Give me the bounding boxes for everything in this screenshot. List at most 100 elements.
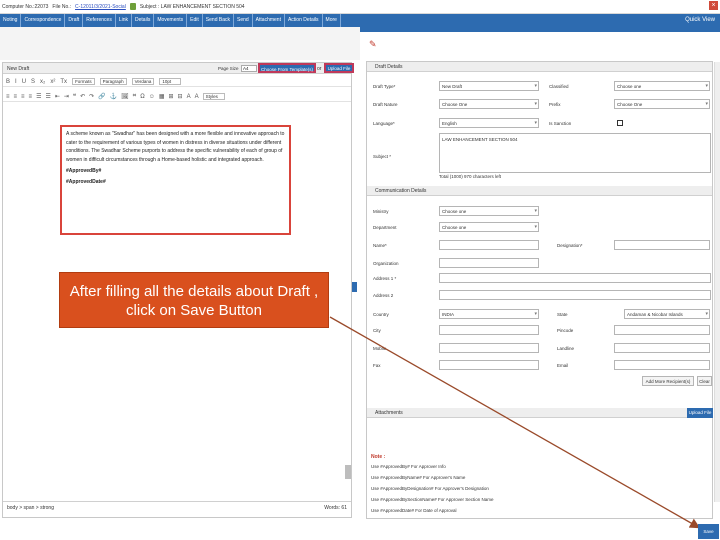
tab-draft[interactable]: Draft — [65, 14, 84, 27]
link-icon[interactable]: 🔗 — [98, 93, 105, 100]
tab-correspondence[interactable]: Correspondence — [21, 14, 66, 27]
underline-icon[interactable]: U — [22, 79, 26, 85]
anchor-icon[interactable]: ⚓ — [110, 93, 117, 100]
number-list-icon[interactable]: ☰ — [45, 93, 50, 100]
city-input[interactable] — [439, 325, 539, 335]
text-color-icon[interactable]: A — [187, 94, 191, 100]
font-size-select[interactable]: 10pt — [159, 78, 182, 85]
draft-nature-select[interactable]: Choose One — [439, 99, 539, 109]
pincode-input[interactable] — [614, 325, 710, 335]
draft-details-header: Draft Details — [367, 62, 712, 72]
fax-label: Fax — [373, 363, 381, 368]
paragraph-select[interactable]: Paragraph — [99, 78, 127, 85]
mobile-input[interactable] — [439, 343, 539, 353]
superscript-icon[interactable]: x² — [50, 79, 55, 85]
subject-label: Subject * — [373, 154, 392, 159]
subscript-icon[interactable]: x₂ — [40, 79, 45, 85]
draft-content-highlight[interactable]: A scheme known as "Swadhar" has been des… — [60, 125, 291, 235]
fax-input[interactable] — [439, 360, 539, 370]
delete-row-icon[interactable]: ⊟ — [178, 93, 183, 100]
table-icon[interactable]: ▦ — [159, 93, 165, 100]
page-size-select[interactable]: A4 — [241, 65, 257, 72]
pdf-icon[interactable]: ✎ — [369, 39, 378, 50]
quick-view-link[interactable]: Quick View — [685, 14, 715, 27]
editor-scrollbar-thumb[interactable] — [345, 465, 351, 479]
tab-edit[interactable]: Edit — [187, 14, 203, 27]
insert-row-icon[interactable]: ⊞ — [169, 93, 174, 100]
language-select[interactable]: English — [439, 118, 539, 128]
tab-noting[interactable]: Noting — [0, 14, 22, 27]
tab-action-details[interactable]: Action Details — [285, 14, 323, 27]
communication-details-header: Communication Details — [367, 186, 712, 196]
bullet-list-icon[interactable]: ☰ — [36, 93, 41, 100]
close-icon[interactable]: × — [709, 1, 718, 10]
paperclip-icon[interactable] — [129, 3, 136, 10]
state-select[interactable]: Andaman & Nicobar Islands — [624, 309, 710, 319]
italic-icon[interactable]: I — [15, 79, 17, 85]
email-input[interactable] — [614, 360, 710, 370]
mobile-label: Mobile — [373, 346, 387, 351]
tab-movements[interactable]: Movements — [154, 14, 188, 27]
upload-file-button[interactable]: Upload File — [324, 63, 354, 73]
font-family-select[interactable]: Verdana — [131, 78, 155, 85]
choose-template-button[interactable]: Choose From Template(s) — [258, 63, 316, 73]
draft-type-select[interactable]: New Draft — [439, 81, 539, 91]
note-title: Note : — [371, 454, 386, 460]
tab-link[interactable]: Link — [116, 14, 133, 27]
email-label: Email — [557, 363, 569, 368]
attachment-upload-button[interactable]: Upload File — [687, 408, 713, 418]
city-label: City — [373, 328, 381, 333]
tab-references[interactable]: References — [83, 14, 116, 27]
prefix-select[interactable]: Choose One — [614, 99, 710, 109]
panel-scrollbar[interactable] — [714, 62, 720, 502]
code-icon[interactable]: ⌗ — [133, 93, 136, 100]
name-input[interactable] — [439, 240, 539, 250]
address1-input[interactable] — [439, 273, 711, 283]
file-no-link[interactable]: C-12011/3/2021-Social — [75, 4, 126, 10]
tab-send-back[interactable]: Send Back — [203, 14, 234, 27]
page-size-label: Page Size — [218, 66, 239, 71]
subject-char-count: Total (1000) 970 characters left — [439, 174, 502, 179]
address2-input[interactable] — [439, 290, 711, 300]
subject-textarea[interactable]: LAW ENHANCEMENT SECTION 504 — [439, 133, 711, 173]
align-right-icon[interactable]: ≡ — [21, 94, 25, 100]
special-char-icon[interactable]: Ω — [140, 94, 145, 100]
country-select[interactable]: INDIA — [439, 309, 539, 319]
bold-icon[interactable]: B — [6, 79, 10, 85]
landline-input[interactable] — [614, 343, 710, 353]
image-icon[interactable]: 🖼 — [121, 93, 129, 100]
blockquote-icon[interactable]: ❝ — [73, 93, 76, 100]
tab-details[interactable]: Details — [132, 14, 155, 27]
emoticon-icon[interactable]: ☺ — [149, 94, 155, 100]
add-more-recipients-button[interactable]: Add More Recipient(s) — [642, 376, 694, 386]
tab-attachment[interactable]: Attachment — [253, 14, 285, 27]
outdent-icon[interactable]: ⇤ — [55, 93, 60, 100]
save-button[interactable]: Save — [698, 524, 719, 539]
strikethrough-icon[interactable]: S — [31, 79, 35, 85]
clear-button[interactable]: Clear — [697, 376, 712, 386]
editor-title: New Draft — [7, 66, 30, 72]
undo-icon[interactable]: ↶ — [80, 93, 85, 100]
landline-label: Landline — [557, 346, 575, 351]
redo-icon[interactable]: ↷ — [89, 93, 94, 100]
subject-label: Subject : LAW ENHANCEMENT SECTION 504 — [139, 3, 245, 10]
ministry-select[interactable]: Choose one — [439, 206, 539, 216]
tab-more[interactable]: More — [323, 14, 341, 27]
tab-send[interactable]: Send — [234, 14, 253, 27]
department-select[interactable]: Choose one — [439, 222, 539, 232]
country-label: Country — [373, 312, 389, 317]
designation-input[interactable] — [614, 240, 710, 250]
indent-icon[interactable]: ⇥ — [64, 93, 69, 100]
editor-toolbar-row2: ≡ ≡ ≡ ≡ ☰ ☰ ⇤ ⇥ ❝ ↶ ↷ 🔗 ⚓ 🖼 ⌗ Ω ☺ ▦ ⊞ ⊟ … — [3, 92, 351, 102]
clear-format-icon[interactable]: Tx — [60, 79, 67, 85]
justify-icon[interactable]: ≡ — [29, 94, 33, 100]
styles-select[interactable]: Styles — [202, 93, 225, 100]
is-sanction-checkbox[interactable] — [617, 120, 623, 126]
align-center-icon[interactable]: ≡ — [14, 94, 18, 100]
panel-toggle-handle[interactable] — [352, 282, 357, 292]
organization-input[interactable] — [439, 258, 539, 268]
classified-select[interactable]: Choose one — [614, 81, 710, 91]
highlight-color-icon[interactable]: A — [195, 94, 199, 100]
formats-select[interactable]: Formats — [72, 78, 95, 85]
align-left-icon[interactable]: ≡ — [6, 94, 10, 100]
